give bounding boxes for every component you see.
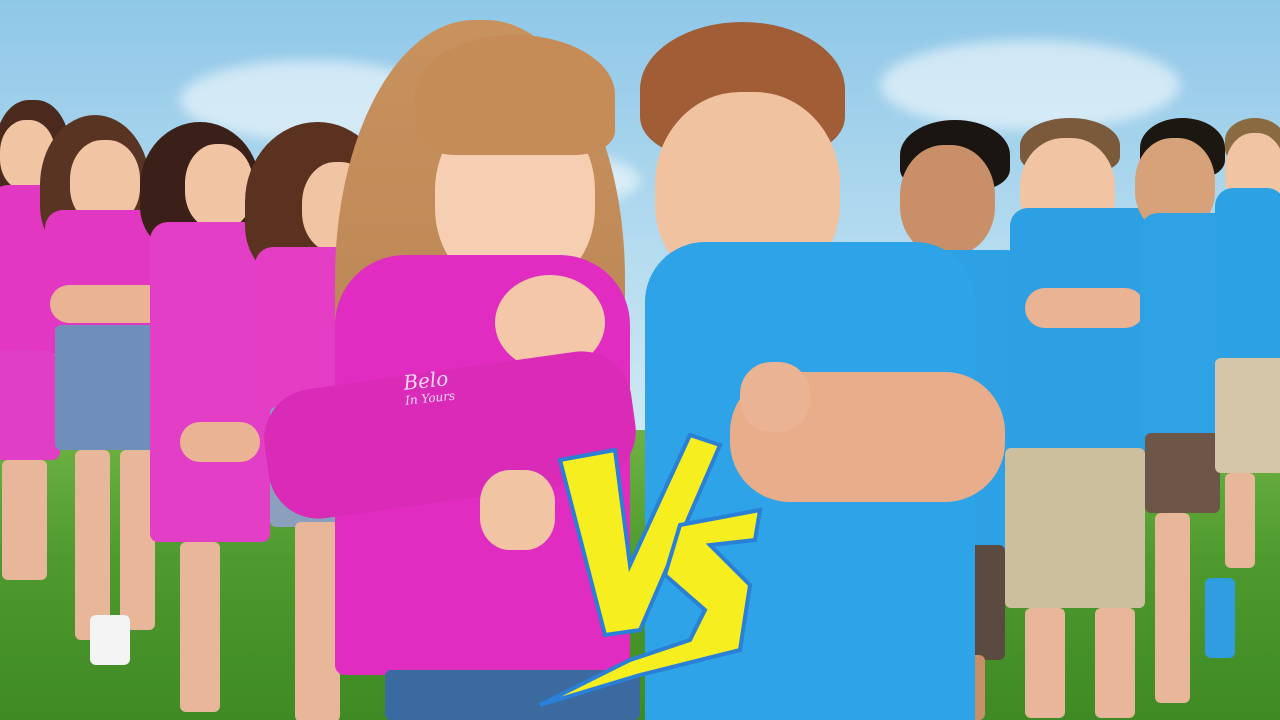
versus-text: VS bbox=[520, 415, 541, 419]
versus-graphic: VS bbox=[520, 415, 763, 707]
boy-background-4 bbox=[1215, 118, 1280, 578]
versus-emblem: VS bbox=[520, 415, 810, 715]
thumbnail-scene: Belo In Yours VS bbox=[0, 0, 1280, 720]
